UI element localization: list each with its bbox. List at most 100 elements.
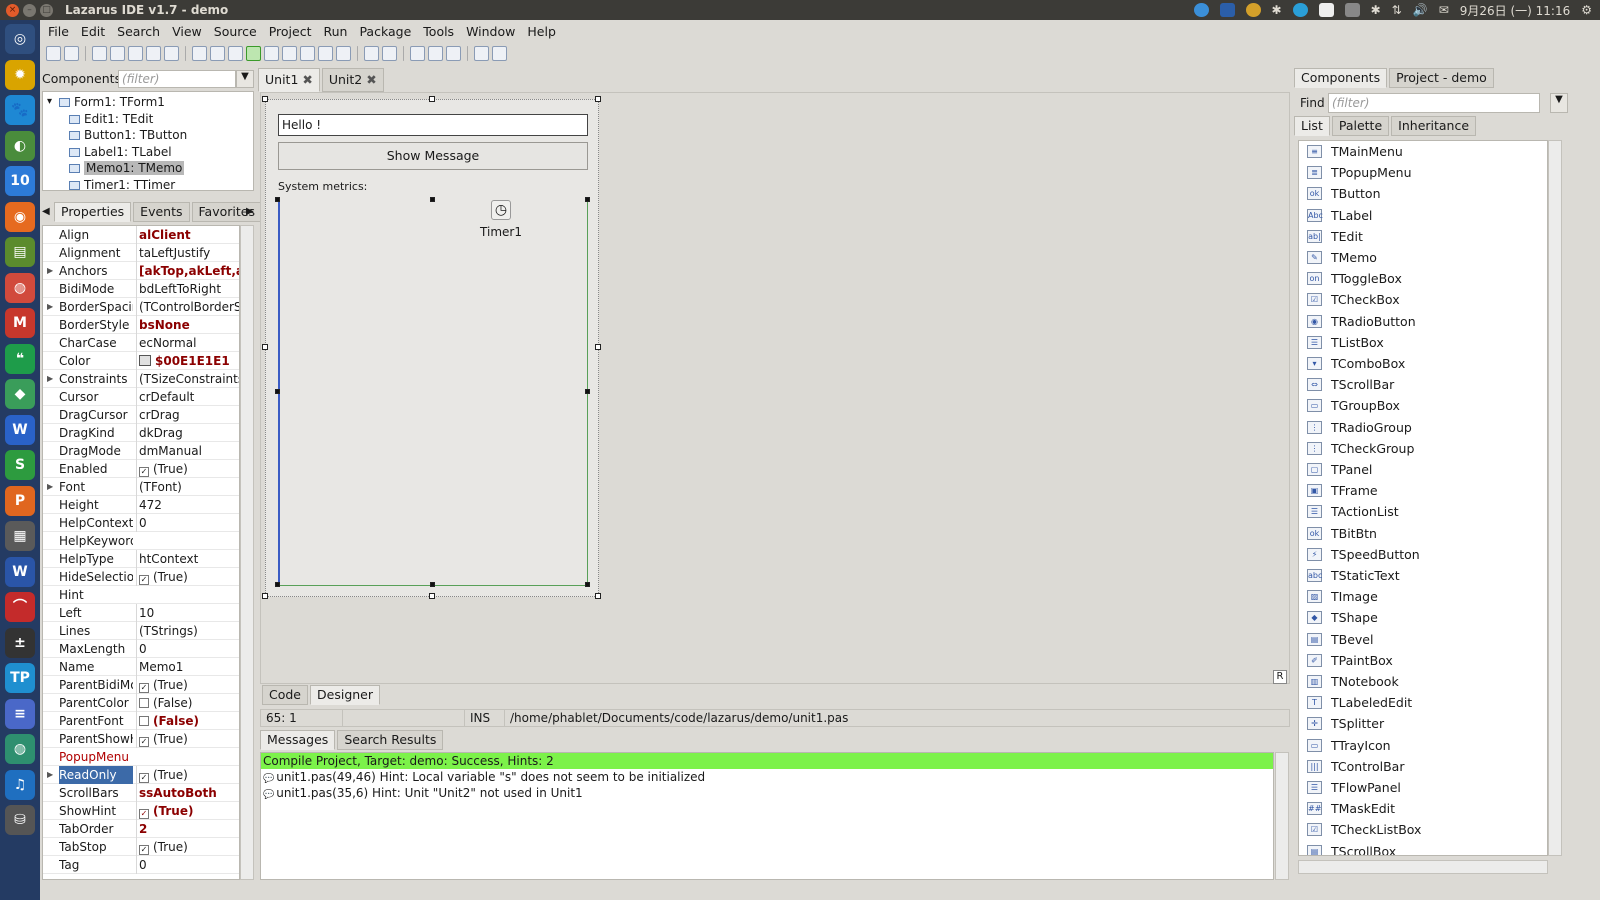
edit1-control[interactable]: Hello ! — [278, 114, 588, 136]
component-item[interactable]: ## TMaskEdit — [1299, 798, 1547, 819]
resize-handle[interactable] — [595, 593, 601, 599]
open-icon[interactable] — [92, 45, 107, 61]
menu-help[interactable]: Help — [527, 24, 556, 39]
tab-list[interactable]: List — [1294, 116, 1330, 136]
property-row[interactable]: ParentFont (False) — [43, 712, 239, 730]
component-item[interactable]: ▤ TBevel — [1299, 629, 1547, 650]
filter-icon[interactable]: ▼ — [236, 70, 254, 88]
maximize-window-button[interactable]: □ — [40, 3, 53, 17]
writer-icon[interactable]: W — [5, 414, 35, 445]
component-item[interactable]: ▤ TScrollBox — [1299, 841, 1547, 855]
property-value[interactable]: htContext — [136, 550, 239, 568]
tab-properties[interactable]: Properties — [54, 202, 132, 222]
component-item[interactable]: ▭ TTrayIcon — [1299, 735, 1547, 756]
property-value[interactable]: ssAutoBoth — [136, 784, 239, 802]
checkbox-checked-icon[interactable]: ✓ — [139, 467, 149, 477]
toggle-form-icon[interactable] — [146, 45, 161, 61]
menu-project[interactable]: Project — [269, 24, 312, 39]
expand-icon[interactable]: ▶ — [47, 370, 53, 388]
component-item[interactable]: ◉ TRadioButton — [1299, 311, 1547, 332]
find-filter-input[interactable]: (filter) — [1328, 93, 1540, 113]
tabs-scroll-left-icon[interactable]: ◀ — [42, 206, 50, 217]
message-row[interactable]: 💬 unit1.pas(49,46) Hint: Local variable "… — [261, 769, 1273, 785]
close-tab-icon[interactable]: ✖ — [298, 72, 312, 87]
menu-package[interactable]: Package — [359, 24, 411, 39]
expand-icon[interactable]: ▶ — [47, 298, 53, 316]
selection-handle[interactable] — [585, 197, 590, 202]
selection-handle[interactable] — [430, 582, 435, 587]
checkbox-unchecked-icon[interactable] — [139, 716, 149, 726]
mail-icon[interactable]: ✉ — [1439, 3, 1449, 17]
jump-back-icon[interactable] — [474, 45, 489, 61]
property-value[interactable]: $00E1E1E1 — [136, 352, 239, 370]
property-value[interactable]: dmManual — [136, 442, 239, 460]
resize-handle[interactable] — [595, 344, 601, 350]
tab-code[interactable]: Code — [262, 685, 309, 705]
chromium-icon[interactable]: ◐ — [5, 130, 35, 161]
property-value[interactable]: (False) — [136, 712, 239, 730]
network-icon[interactable]: ⌒ — [5, 592, 35, 622]
property-row[interactable]: Alignment taLeftJustify — [43, 244, 239, 262]
menu-source[interactable]: Source — [214, 24, 257, 39]
component-item[interactable]: ✎ TMemo — [1299, 247, 1547, 268]
property-row[interactable]: ▶ Constraints (TSizeConstraints) — [43, 370, 239, 388]
hangouts-icon[interactable]: ❝ — [5, 343, 35, 374]
editor-tab-unit1[interactable]: Unit1 ✖ — [258, 68, 320, 92]
property-row[interactable]: Color $00E1E1E1 — [43, 352, 239, 370]
component-item[interactable]: ⚡ TSpeedButton — [1299, 544, 1547, 565]
component-item[interactable]: ☑ TCheckBox — [1299, 289, 1547, 310]
selection-handle[interactable] — [585, 582, 590, 587]
menu-file[interactable]: File — [48, 24, 69, 39]
find-in-files-icon[interactable] — [428, 45, 443, 61]
chrome-tray-icon[interactable] — [1245, 3, 1261, 17]
messages-scrollbar[interactable] — [1275, 752, 1289, 880]
property-row[interactable]: HelpContext 0 — [43, 514, 239, 532]
files-icon[interactable]: ▤ — [5, 237, 35, 267]
find-icon[interactable] — [410, 45, 425, 61]
firefox-icon[interactable]: ◉ — [5, 201, 35, 232]
property-value[interactable]: (TFont) — [136, 478, 239, 496]
component-list-vscrollbar[interactable] — [1548, 140, 1562, 856]
component-item[interactable]: Abc TLabel — [1299, 205, 1547, 226]
component-item[interactable]: ≡ TMainMenu — [1299, 141, 1547, 162]
property-row[interactable]: TabStop ✓ (True) — [43, 838, 239, 856]
property-row[interactable]: Left 10 — [43, 604, 239, 622]
expand-icon[interactable]: ▶ — [47, 478, 53, 496]
minimize-window-button[interactable]: – — [23, 3, 36, 17]
components-filter-input[interactable]: (filter) — [118, 70, 236, 88]
sheets-icon[interactable]: S — [5, 450, 35, 480]
tree-node[interactable]: Edit1: TEdit — [69, 111, 153, 127]
property-row[interactable]: HelpType htContext — [43, 550, 239, 568]
property-row[interactable]: Lines (TStrings) — [43, 622, 239, 640]
tp-icon[interactable]: TP — [5, 663, 35, 693]
memo1-control[interactable] — [278, 200, 588, 586]
property-row[interactable]: Name Memo1 — [43, 658, 239, 676]
replace-icon[interactable] — [446, 45, 461, 61]
tab-messages[interactable]: Messages — [260, 730, 336, 750]
property-value[interactable]: ✓ (True) — [136, 568, 239, 586]
property-row[interactable]: TabOrder 2 — [43, 820, 239, 838]
property-value[interactable]: ✓ (True) — [136, 676, 239, 694]
property-row[interactable]: MaxLength 0 — [43, 640, 239, 658]
property-row[interactable]: ▶ Font (TFont) — [43, 478, 239, 496]
property-row[interactable]: DragCursor crDrag — [43, 406, 239, 424]
sun-icon[interactable]: ✹ — [5, 59, 35, 90]
property-value[interactable]: ✓ (True) — [136, 838, 239, 856]
component-item[interactable]: ☰ TActionList — [1299, 501, 1547, 522]
property-row[interactable]: ParentShowHint ✓ (True) — [43, 730, 239, 748]
paw-icon[interactable]: 🐾 — [5, 95, 35, 125]
property-value[interactable]: 472 — [136, 496, 239, 514]
run-icon[interactable] — [246, 45, 261, 61]
clock[interactable]: 9月26日 (一) 11:16 — [1460, 2, 1570, 19]
save-icon[interactable] — [110, 45, 125, 61]
selection-handle[interactable] — [430, 197, 435, 202]
input-method-icon[interactable] — [1344, 3, 1360, 17]
property-row[interactable]: ScrollBars ssAutoBoth — [43, 784, 239, 802]
word-icon[interactable]: W — [5, 556, 35, 587]
view-forms-icon[interactable] — [192, 45, 207, 61]
component-item[interactable]: ⋮ TRadioGroup — [1299, 417, 1547, 438]
tree-node[interactable]: Timer1: TTimer — [69, 177, 175, 193]
property-value[interactable]: crDefault — [136, 388, 239, 406]
hp-icon[interactable] — [1219, 3, 1235, 17]
property-value[interactable]: (TStrings) — [136, 622, 239, 640]
